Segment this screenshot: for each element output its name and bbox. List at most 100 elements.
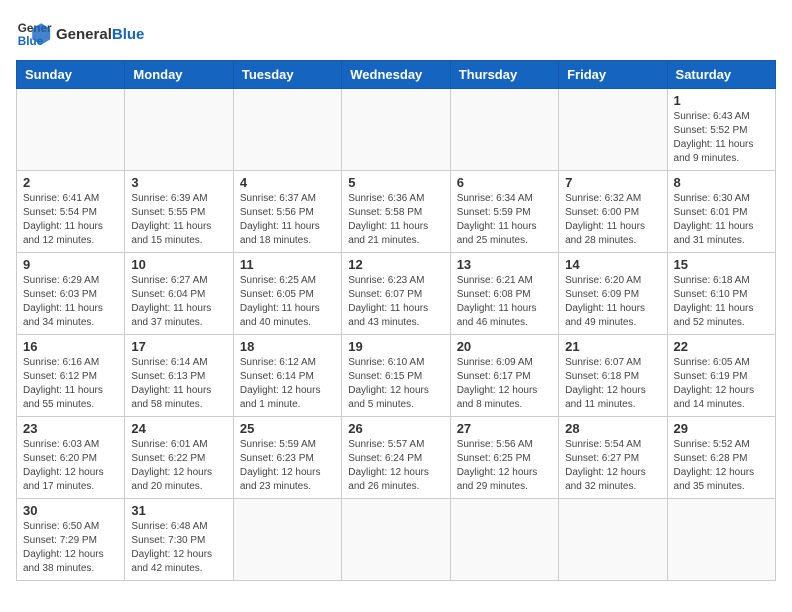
day-info: Sunrise: 6:50 AM Sunset: 7:29 PM Dayligh… <box>23 520 118 576</box>
day-number: 31 <box>131 503 226 518</box>
empty-cell <box>17 89 125 171</box>
day-info: Sunrise: 6:36 AM Sunset: 5:58 PM Dayligh… <box>348 192 443 248</box>
day-cell-29: 29Sunrise: 5:52 AM Sunset: 6:28 PM Dayli… <box>667 417 775 499</box>
day-number: 26 <box>348 421 443 436</box>
day-cell-15: 15 Sunrise: 6:18 AM Sunset: 6:10 PM Dayli… <box>667 253 775 335</box>
day-cell-24: 24 Sunrise: 6:01 AM Sunset: 6:22 PM Dayli… <box>125 417 233 499</box>
day-info: Sunrise: 5:57 AM Sunset: 6:24 PM Dayligh… <box>348 438 443 494</box>
weekday-header-thursday: Thursday <box>450 61 558 89</box>
day-cell-7: 7Sunrise: 6:32 AM Sunset: 6:00 PM Daylig… <box>559 171 667 253</box>
day-info: Sunrise: 6:30 AM Sunset: 6:01 PM Dayligh… <box>674 192 769 248</box>
day-info: Sunrise: 6:01 AM Sunset: 6:22 PM Dayligh… <box>131 438 226 494</box>
day-info: Sunrise: 6:21 AM Sunset: 6:08 PM Dayligh… <box>457 274 552 330</box>
day-info: Sunrise: 6:29 AM Sunset: 6:03 PM Dayligh… <box>23 274 118 330</box>
day-cell-9: 9 Sunrise: 6:29 AM Sunset: 6:03 PM Daylig… <box>17 253 125 335</box>
day-number: 14 <box>565 257 660 272</box>
day-number: 25 <box>240 421 335 436</box>
day-info: Sunrise: 6:07 AM Sunset: 6:18 PM Dayligh… <box>565 356 660 412</box>
empty-cell <box>559 89 667 171</box>
day-info: Sunrise: 6:41 AM Sunset: 5:54 PM Dayligh… <box>23 192 118 248</box>
day-cell-11: 11 Sunrise: 6:25 AM Sunset: 6:05 PM Dayli… <box>233 253 341 335</box>
weekday-header-monday: Monday <box>125 61 233 89</box>
empty-cell <box>233 499 341 581</box>
day-number: 2 <box>23 175 118 190</box>
day-number: 10 <box>131 257 226 272</box>
weekday-header-sunday: Sunday <box>17 61 125 89</box>
day-cell-23: 23Sunrise: 6:03 AM Sunset: 6:20 PM Dayli… <box>17 417 125 499</box>
day-cell-19: 19 Sunrise: 6:10 AM Sunset: 6:15 PM Dayli… <box>342 335 450 417</box>
day-info: Sunrise: 5:54 AM Sunset: 6:27 PM Dayligh… <box>565 438 660 494</box>
day-info: Sunrise: 6:05 AM Sunset: 6:19 PM Dayligh… <box>674 356 769 412</box>
day-info: Sunrise: 5:56 AM Sunset: 6:25 PM Dayligh… <box>457 438 552 494</box>
calendar-row: 1 Sunrise: 6:43 AM Sunset: 5:52 PM Daylig… <box>17 89 776 171</box>
weekday-header-saturday: Saturday <box>667 61 775 89</box>
day-number: 17 <box>131 339 226 354</box>
calendar-row: 23Sunrise: 6:03 AM Sunset: 6:20 PM Dayli… <box>17 417 776 499</box>
day-info: Sunrise: 6:20 AM Sunset: 6:09 PM Dayligh… <box>565 274 660 330</box>
empty-cell <box>559 499 667 581</box>
logo-icon: General Blue <box>16 16 52 52</box>
empty-cell <box>450 499 558 581</box>
day-number: 3 <box>131 175 226 190</box>
day-number: 12 <box>348 257 443 272</box>
logo: General Blue GeneralBlue <box>16 16 144 52</box>
day-number: 5 <box>348 175 443 190</box>
day-cell-17: 17 Sunrise: 6:14 AM Sunset: 6:13 PM Dayli… <box>125 335 233 417</box>
day-cell-28: 28Sunrise: 5:54 AM Sunset: 6:27 PM Dayli… <box>559 417 667 499</box>
calendar-row: 30Sunrise: 6:50 AM Sunset: 7:29 PM Dayli… <box>17 499 776 581</box>
day-info: Sunrise: 6:43 AM Sunset: 5:52 PM Dayligh… <box>674 110 769 166</box>
day-number: 13 <box>457 257 552 272</box>
day-info: Sunrise: 6:10 AM Sunset: 6:15 PM Dayligh… <box>348 356 443 412</box>
weekday-header-friday: Friday <box>559 61 667 89</box>
day-info: Sunrise: 6:39 AM Sunset: 5:55 PM Dayligh… <box>131 192 226 248</box>
day-info: Sunrise: 6:12 AM Sunset: 6:14 PM Dayligh… <box>240 356 335 412</box>
day-number: 19 <box>348 339 443 354</box>
day-cell-31: 31 Sunrise: 6:48 AM Sunset: 7:30 PM Dayli… <box>125 499 233 581</box>
empty-cell <box>342 89 450 171</box>
page-header: General Blue GeneralBlue <box>16 16 776 52</box>
day-number: 18 <box>240 339 335 354</box>
day-number: 20 <box>457 339 552 354</box>
day-cell-14: 14 Sunrise: 6:20 AM Sunset: 6:09 PM Dayli… <box>559 253 667 335</box>
day-cell-30: 30Sunrise: 6:50 AM Sunset: 7:29 PM Dayli… <box>17 499 125 581</box>
day-info: Sunrise: 6:23 AM Sunset: 6:07 PM Dayligh… <box>348 274 443 330</box>
day-info: Sunrise: 6:48 AM Sunset: 7:30 PM Dayligh… <box>131 520 226 576</box>
day-number: 11 <box>240 257 335 272</box>
day-number: 22 <box>674 339 769 354</box>
day-number: 6 <box>457 175 552 190</box>
calendar-row: 16Sunrise: 6:16 AM Sunset: 6:12 PM Dayli… <box>17 335 776 417</box>
day-info: Sunrise: 6:18 AM Sunset: 6:10 PM Dayligh… <box>674 274 769 330</box>
calendar-row: 2 Sunrise: 6:41 AM Sunset: 5:54 PM Daylig… <box>17 171 776 253</box>
day-cell-1: 1 Sunrise: 6:43 AM Sunset: 5:52 PM Daylig… <box>667 89 775 171</box>
day-cell-10: 10 Sunrise: 6:27 AM Sunset: 6:04 PM Dayli… <box>125 253 233 335</box>
day-number: 23 <box>23 421 118 436</box>
day-number: 7 <box>565 175 660 190</box>
day-info: Sunrise: 6:09 AM Sunset: 6:17 PM Dayligh… <box>457 356 552 412</box>
day-cell-22: 22 Sunrise: 6:05 AM Sunset: 6:19 PM Dayli… <box>667 335 775 417</box>
day-info: Sunrise: 6:27 AM Sunset: 6:04 PM Dayligh… <box>131 274 226 330</box>
day-number: 8 <box>674 175 769 190</box>
day-cell-25: 25 Sunrise: 5:59 AM Sunset: 6:23 PM Dayli… <box>233 417 341 499</box>
day-number: 15 <box>674 257 769 272</box>
day-info: Sunrise: 6:34 AM Sunset: 5:59 PM Dayligh… <box>457 192 552 248</box>
day-info: Sunrise: 5:52 AM Sunset: 6:28 PM Dayligh… <box>674 438 769 494</box>
day-cell-20: 20 Sunrise: 6:09 AM Sunset: 6:17 PM Dayli… <box>450 335 558 417</box>
day-info: Sunrise: 6:37 AM Sunset: 5:56 PM Dayligh… <box>240 192 335 248</box>
day-number: 1 <box>674 93 769 108</box>
day-info: Sunrise: 5:59 AM Sunset: 6:23 PM Dayligh… <box>240 438 335 494</box>
day-number: 24 <box>131 421 226 436</box>
day-cell-4: 4 Sunrise: 6:37 AM Sunset: 5:56 PM Daylig… <box>233 171 341 253</box>
day-cell-5: 5 Sunrise: 6:36 AM Sunset: 5:58 PM Daylig… <box>342 171 450 253</box>
day-number: 21 <box>565 339 660 354</box>
calendar-table: SundayMondayTuesdayWednesdayThursdayFrid… <box>16 60 776 581</box>
weekday-header-row: SundayMondayTuesdayWednesdayThursdayFrid… <box>17 61 776 89</box>
day-cell-26: 26 Sunrise: 5:57 AM Sunset: 6:24 PM Dayli… <box>342 417 450 499</box>
empty-cell <box>450 89 558 171</box>
day-number: 27 <box>457 421 552 436</box>
day-number: 4 <box>240 175 335 190</box>
day-info: Sunrise: 6:14 AM Sunset: 6:13 PM Dayligh… <box>131 356 226 412</box>
calendar-row: 9 Sunrise: 6:29 AM Sunset: 6:03 PM Daylig… <box>17 253 776 335</box>
day-info: Sunrise: 6:25 AM Sunset: 6:05 PM Dayligh… <box>240 274 335 330</box>
day-number: 9 <box>23 257 118 272</box>
day-number: 16 <box>23 339 118 354</box>
